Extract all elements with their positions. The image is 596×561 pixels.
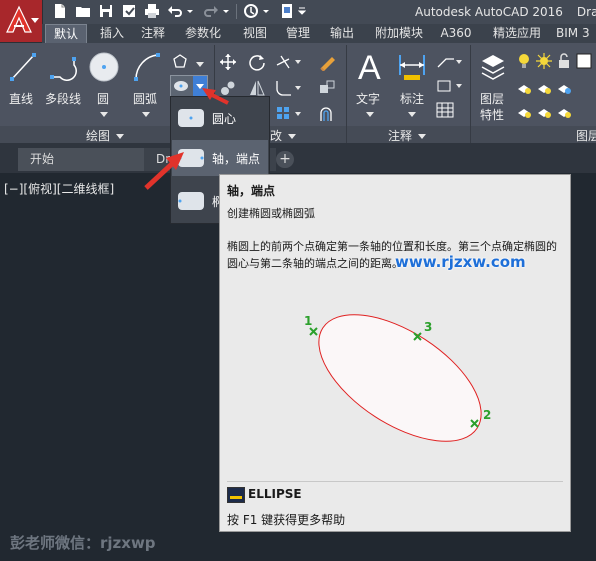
document-tab-bar: 开始 Dra + — [0, 143, 596, 173]
tab-addins[interactable]: 附加模块 — [371, 24, 427, 43]
array-tool-icon[interactable] — [275, 105, 303, 126]
tooltip-panel: 轴，端点 创建椭圆或椭圆弧 椭圆上的前两个点确定第一条轴的位置和长度。第三个点确… — [219, 174, 571, 532]
save-as-icon[interactable] — [121, 3, 137, 19]
ellipse-diagram: 1 3 2 — [304, 314, 491, 442]
layer-properties-label-1: 图层 — [480, 92, 505, 106]
annotation-panel-footer[interactable]: 注释 — [388, 127, 427, 144]
workspace-icon[interactable] — [279, 3, 295, 19]
layers-panel-footer[interactable]: 图层 — [576, 127, 596, 144]
autocad-logo-icon — [6, 5, 32, 33]
dimension-tool-icon[interactable] — [396, 51, 428, 86]
circle-dropdown-icon[interactable] — [100, 107, 108, 121]
circle-tool-label: 圆 — [97, 92, 110, 106]
tab-insert[interactable]: 插入 — [94, 24, 130, 43]
layer-isolate-icon[interactable] — [516, 79, 586, 100]
app-name: Autodesk AutoCAD 2016 — [415, 5, 563, 19]
redo-dropdown-icon[interactable] — [222, 3, 230, 19]
erase-tool-icon[interactable] — [318, 53, 336, 74]
polyline-tool-label: 多段线 — [45, 92, 82, 106]
layer-freeze-icon[interactable] — [536, 53, 552, 72]
tab-home[interactable]: 默认 — [45, 24, 87, 44]
customize-quick-access-icon[interactable] — [297, 3, 307, 19]
line-tool-icon[interactable] — [8, 51, 38, 86]
application-menu-button[interactable] — [0, 0, 43, 43]
window-title: Autodesk AutoCAD 2016 Dra — [415, 5, 596, 19]
tab-parametric[interactable]: 参数化 — [179, 24, 227, 43]
tooltip-command-name: ELLIPSE — [248, 487, 302, 501]
layer-lock-icon[interactable] — [556, 53, 572, 72]
modify-panel-dropdown-icon — [288, 134, 297, 139]
polygon-dropdown-icon[interactable] — [196, 57, 204, 71]
tooltip-subtitle: 创建椭圆或椭圆弧 — [227, 207, 315, 220]
leader-tool-icon[interactable] — [436, 53, 464, 74]
text-dropdown-icon[interactable] — [366, 107, 374, 121]
dimension-tool-label: 标注 — [400, 92, 425, 106]
polyline-tool-icon[interactable] — [48, 53, 80, 86]
tab-view[interactable]: 视图 — [237, 24, 273, 43]
dimension-dropdown-icon[interactable] — [408, 107, 416, 121]
draw-panel-footer[interactable]: 绘图 — [86, 127, 125, 144]
undo-icon[interactable] — [167, 3, 183, 19]
new-tab-button[interactable]: + — [276, 151, 294, 168]
share-dropdown-icon[interactable] — [262, 3, 270, 19]
layer-color-icon[interactable] — [576, 53, 592, 72]
tab-output[interactable]: 输出 — [324, 24, 360, 43]
line-tool-label: 直线 — [9, 92, 34, 106]
viewport-controls[interactable]: [−][俯视][二维线框] — [4, 180, 114, 197]
tooltip-divider — [227, 481, 563, 482]
redo-icon[interactable] — [203, 3, 219, 19]
save-icon[interactable] — [98, 3, 114, 19]
trim-tool-icon[interactable] — [275, 53, 303, 74]
text-tool-label: 文字 — [356, 92, 381, 106]
document-name: Dra — [576, 5, 596, 19]
open-folder-icon[interactable] — [75, 3, 91, 19]
tab-featured-apps[interactable]: 精选应用 — [489, 24, 545, 43]
title-bar: Autodesk AutoCAD 2016 Dra — [0, 0, 596, 24]
rotate-tool-icon[interactable] — [248, 53, 266, 74]
polygon-tool-icon[interactable] — [172, 53, 188, 72]
move-tool-icon[interactable] — [219, 53, 237, 74]
annotation-panel-dropdown-icon — [418, 134, 427, 139]
tab-annotate[interactable]: 注释 — [135, 24, 171, 43]
text-tool-icon[interactable]: A — [356, 49, 386, 88]
circle-tool-icon[interactable] — [88, 51, 120, 86]
layer-properties-icon[interactable] — [478, 51, 508, 86]
point-2-label: 2 — [483, 408, 491, 422]
draw-panel-dropdown-icon — [116, 134, 125, 139]
tab-a360[interactable]: A360 — [438, 24, 474, 43]
tab-manage[interactable]: 管理 — [280, 24, 316, 43]
tooltip-watermark: www.rjzxw.com — [395, 253, 526, 271]
layer-match-icon[interactable] — [516, 103, 586, 124]
tab-start-label: 开始 — [30, 152, 55, 166]
tab-start[interactable]: 开始 — [18, 148, 148, 171]
annotation-panel-label: 注释 — [388, 129, 413, 143]
point-3-label: 3 — [424, 320, 432, 334]
ribbon-tab-bar: 默认 插入 注释 参数化 视图 管理 输出 附加模块 A360 精选应用 BIM… — [42, 24, 596, 44]
layer-on-icon[interactable] — [516, 53, 532, 72]
ribbon: 直线 多段线 圆 圆弧 修改 A 文字 标注 注释 图层 特性 图层 绘图 — [0, 43, 596, 143]
table-tool-icon[interactable] — [436, 101, 454, 122]
leader-multi-tool-icon[interactable] — [436, 77, 464, 98]
command-line-icon — [227, 487, 245, 503]
point-1-label: 1 — [304, 314, 312, 328]
point-1-marker — [309, 327, 318, 336]
undo-dropdown-icon[interactable] — [186, 3, 194, 19]
tooltip-help-hint: 按 F1 键获得更多帮助 — [227, 513, 346, 527]
offset-tool-icon[interactable] — [318, 105, 336, 126]
share-icon[interactable] — [243, 3, 259, 19]
tab-bim360[interactable]: BIM 3 — [556, 24, 596, 43]
layer-properties-label-2: 特性 — [480, 108, 505, 122]
print-icon[interactable] — [144, 3, 160, 19]
new-file-icon[interactable] — [52, 3, 68, 19]
author-watermark: 彭老师微信：rjzxwp — [10, 534, 156, 552]
svg-text:A: A — [358, 49, 381, 85]
explode-tool-icon[interactable] — [318, 79, 336, 100]
tooltip-title: 轴，端点 — [227, 184, 276, 198]
draw-panel-label: 绘图 — [86, 129, 111, 143]
fillet-tool-icon[interactable] — [275, 79, 303, 100]
